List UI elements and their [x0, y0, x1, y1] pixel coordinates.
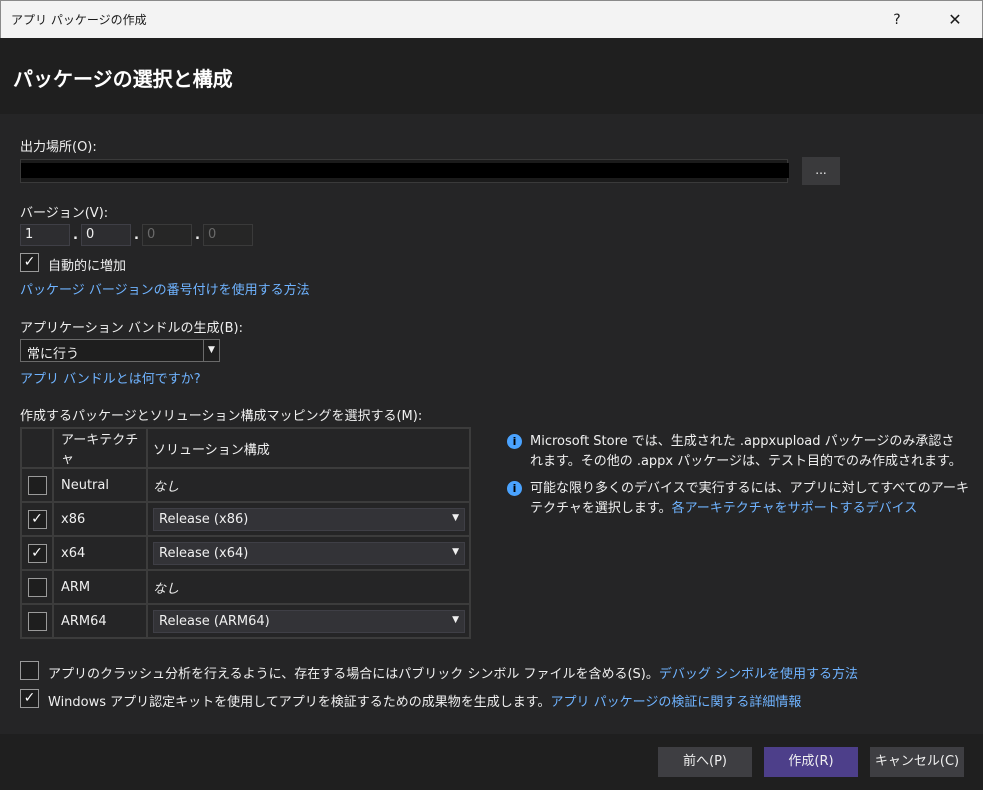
info-arch-text: 可能な限り多くのデバイスで実行するには、アプリに対してすべてのアーキ テクチャを… — [530, 479, 970, 519]
table-row: ✓ x64 Release (x64) ▼ — [20, 535, 471, 571]
arch-devices-link[interactable]: 各アーキテクチャをサポートするデバイス — [672, 501, 918, 516]
bundle-select[interactable]: 常に行う ▼ — [20, 339, 220, 362]
chevron-down-icon: ▼ — [452, 512, 459, 523]
output-location-field[interactable] — [20, 159, 789, 183]
config-arm64-dropdown[interactable]: Release (ARM64) ▼ — [153, 609, 465, 633]
check-icon: ✓ — [31, 510, 43, 527]
arch-name: x86 — [52, 501, 148, 537]
version-separator: . — [195, 228, 200, 243]
wack-text: Windows アプリ認定キットを使用してアプリを検証するための成果物を生成しま… — [48, 695, 551, 710]
arch-x86-checkbox[interactable]: ✓ — [27, 509, 47, 529]
version-numbering-link[interactable]: パッケージ バージョンの番号付けを使用する方法 — [20, 279, 310, 298]
info-line: Microsoft Store では、生成された .appxupload パッケ… — [530, 434, 955, 449]
arch-neutral-checkbox[interactable] — [27, 475, 47, 495]
back-button[interactable]: 前へ(P) — [658, 747, 752, 777]
version-build-input: 0 — [142, 224, 192, 246]
arch-arm-checkbox[interactable] — [27, 577, 47, 597]
config-value: Release (x86) — [159, 511, 249, 527]
dialog-footer: 前へ(P) 作成(R) キャンセル(C) — [0, 734, 983, 790]
architecture-table: アーキテクチャ ソリューション構成 Neutral なし ✓ x86 Relea… — [20, 427, 471, 639]
select-column-header — [20, 427, 54, 469]
config-x64-dropdown[interactable]: Release (x64) ▼ — [153, 541, 465, 565]
browse-button[interactable]: ... — [802, 157, 840, 185]
window-titlebar: アプリ パッケージの作成 ? ✕ — [0, 0, 983, 38]
version-minor-input[interactable]: 0 — [81, 224, 131, 246]
version-separator: . — [134, 228, 139, 243]
redacted-path — [21, 163, 789, 178]
cancel-button[interactable]: キャンセル(C) — [870, 747, 964, 777]
window-title: アプリ パッケージの作成 — [11, 13, 147, 27]
wack-checkbox[interactable]: ✓ — [20, 689, 39, 708]
architecture-column-header: アーキテクチャ — [52, 427, 148, 469]
create-button[interactable]: 作成(R) — [764, 747, 858, 777]
bundle-help-link[interactable]: アプリ バンドルとは何ですか? — [20, 368, 201, 387]
auto-increment-label: 自動的に増加 — [48, 259, 127, 274]
version-label: バージョン(V): — [20, 206, 109, 221]
info-store-text: Microsoft Store では、生成された .appxupload パッケ… — [530, 432, 970, 472]
arch-x64-checkbox[interactable]: ✓ — [27, 543, 47, 563]
info-icon: i — [507, 434, 522, 449]
auto-increment-checkbox[interactable]: ✓ — [20, 253, 39, 272]
chevron-down-icon: ▼ — [203, 340, 219, 361]
config-value: Release (x64) — [159, 545, 249, 561]
page-header: パッケージの選択と構成 — [0, 38, 983, 114]
bundle-label: アプリケーション バンドルの生成(B): — [20, 321, 243, 336]
table-header-row: アーキテクチャ ソリューション構成 — [20, 427, 471, 469]
include-symbols-label: アプリのクラッシュ分析を行えるように、存在する場合にはパブリック シンボル ファ… — [48, 663, 858, 682]
config-none-text: なし — [153, 581, 180, 597]
wack-label: Windows アプリ認定キットを使用してアプリを検証するための成果物を生成しま… — [48, 691, 801, 710]
arch-name: ARM — [52, 569, 148, 605]
table-row: ARM64 Release (ARM64) ▼ — [20, 603, 471, 639]
chevron-down-icon: ▼ — [452, 546, 459, 557]
bundle-select-value: 常に行う — [27, 347, 80, 362]
check-icon: ✓ — [31, 544, 43, 561]
arch-name: x64 — [52, 535, 148, 571]
mapping-label: 作成するパッケージとソリューション構成マッピングを選択する(M): — [20, 409, 423, 424]
arch-name: Neutral — [52, 467, 148, 503]
config-none-text: なし — [153, 479, 180, 495]
close-button[interactable]: ✕ — [927, 1, 983, 39]
table-row: ARM なし — [20, 569, 471, 605]
version-revision-input: 0 — [203, 224, 253, 246]
check-icon: ✓ — [23, 690, 36, 706]
configuration-column-header: ソリューション構成 — [146, 427, 471, 469]
arch-arm64-checkbox[interactable] — [27, 611, 47, 631]
help-button[interactable]: ? — [871, 1, 923, 39]
info-icon: i — [507, 481, 522, 496]
version-major-input[interactable]: 1 — [20, 224, 70, 246]
info-line: れます。その他の .appx パッケージは、テスト目的でのみ作成されます。 — [530, 454, 962, 469]
debug-symbols-link[interactable]: デバッグ シンボルを使用する方法 — [659, 667, 858, 682]
chevron-down-icon: ▼ — [452, 614, 459, 625]
include-symbols-checkbox[interactable] — [20, 661, 39, 680]
config-x86-dropdown[interactable]: Release (x86) ▼ — [153, 507, 465, 531]
arch-name: ARM64 — [52, 603, 148, 639]
output-location-label: 出力場所(O): — [20, 140, 97, 155]
page-title: パッケージの選択と構成 — [13, 67, 233, 91]
include-symbols-text: アプリのクラッシュ分析を行えるように、存在する場合にはパブリック シンボル ファ… — [48, 667, 659, 682]
info-line: 可能な限り多くのデバイスで実行するには、アプリに対してすべてのアーキ — [530, 481, 970, 496]
dialog-content: 出力場所(O): ... バージョン(V): 1 . 0 . 0 . 0 ✓ 自… — [0, 114, 983, 734]
version-separator: . — [73, 228, 78, 243]
check-icon: ✓ — [23, 254, 36, 270]
config-value: Release (ARM64) — [159, 613, 270, 629]
table-row: Neutral なし — [20, 467, 471, 503]
info-line: テクチャを選択します。 — [530, 501, 672, 516]
table-row: ✓ x86 Release (x86) ▼ — [20, 501, 471, 537]
package-validation-link[interactable]: アプリ パッケージの検証に関する詳細情報 — [550, 695, 801, 710]
